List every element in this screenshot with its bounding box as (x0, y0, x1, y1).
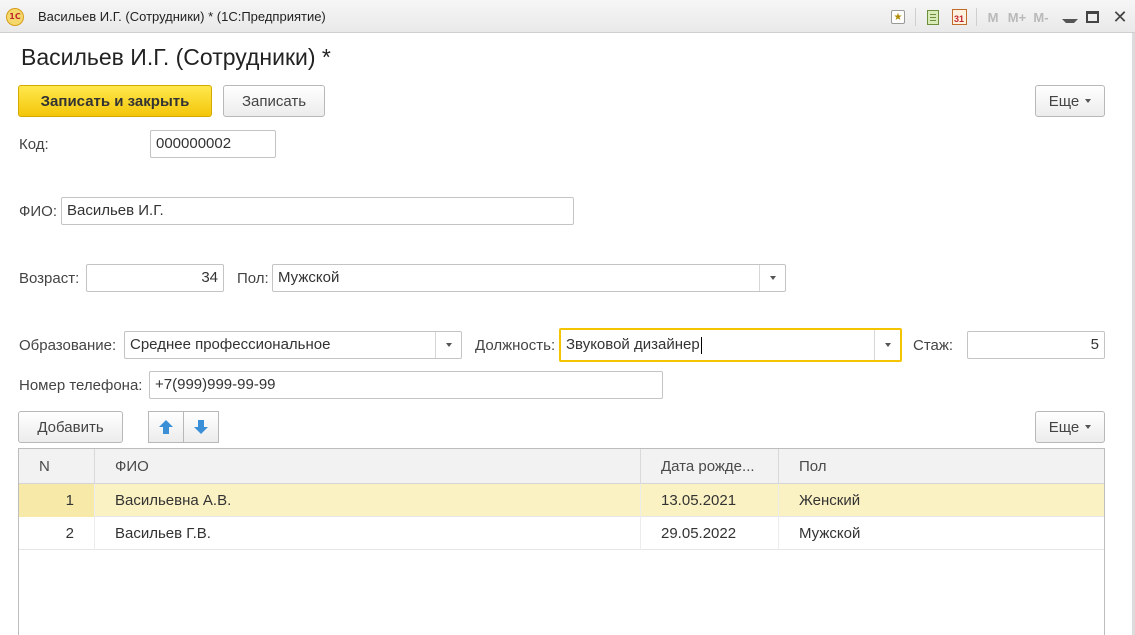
education-select[interactable]: Среднее профессиональное (124, 331, 462, 359)
column-header-gender[interactable]: Пол (779, 449, 1104, 484)
column-divider (778, 484, 779, 550)
move-up-button[interactable] (148, 411, 184, 443)
calculator-button[interactable] (920, 6, 946, 28)
star-icon: ★ (891, 10, 905, 24)
maximize-button[interactable] (1079, 6, 1105, 28)
window-title: Васильев И.Г. (Сотрудники) * (1С:Предпри… (38, 9, 326, 24)
memory-button[interactable]: M (981, 6, 1005, 28)
column-header-fio[interactable]: ФИО (95, 449, 641, 484)
code-field[interactable]: 000000002 (150, 130, 276, 158)
chevron-down-icon (1085, 425, 1092, 429)
experience-field[interactable]: 5 (967, 331, 1105, 359)
table-row[interactable]: 2 Васильев Г.В. 29.05.2022 Мужской (19, 517, 1104, 550)
gender-label: Пол: (237, 270, 269, 287)
cell-birth-date: 29.05.2022 (661, 525, 737, 542)
cell-n: 1 (19, 484, 95, 517)
gender-value: Мужской (278, 269, 340, 286)
calculator-icon (927, 9, 939, 25)
column-header-birth-date[interactable]: Дата рожде... (641, 449, 779, 484)
experience-label: Стаж: (913, 337, 954, 354)
more-button[interactable]: Еще (1035, 85, 1105, 117)
children-table[interactable]: N ФИО Дата рожде... Пол 1 Васильевна А.В… (18, 448, 1105, 635)
menu-button[interactable] (1053, 6, 1079, 28)
window-title-bar: 1С Васильев И.Г. (Сотрудники) * (1С:Пред… (0, 0, 1135, 33)
chevron-down-icon (445, 343, 452, 347)
calendar-button[interactable]: 31 (946, 6, 972, 28)
save-button[interactable]: Записать (223, 85, 325, 117)
position-select[interactable]: Звуковой дизайнер (559, 328, 902, 362)
save-and-close-button[interactable]: Записать и закрыть (18, 85, 212, 117)
column-divider (94, 484, 95, 550)
add-row-button[interactable]: Добавить (18, 411, 123, 443)
chevron-down-icon (884, 343, 891, 347)
fio-label: ФИО: (19, 203, 58, 220)
more-label: Еще (1048, 92, 1080, 110)
chevron-down-icon (769, 276, 776, 280)
cell-fio: Васильев Г.В. (115, 525, 211, 542)
close-button[interactable]: ✕ (1105, 6, 1135, 28)
arrow-down-icon (194, 420, 208, 434)
education-dropdown-button[interactable] (435, 332, 461, 358)
cell-birth-date: 13.05.2021 (661, 492, 737, 509)
age-field[interactable]: 34 (86, 264, 224, 292)
position-label: Должность: (475, 337, 556, 354)
memory-minus-button[interactable]: M- (1029, 6, 1053, 28)
education-value: Среднее профессиональное (130, 336, 331, 353)
column-header-n[interactable]: N (19, 449, 95, 484)
table-more-button[interactable]: Еще (1035, 411, 1105, 443)
table-header: N ФИО Дата рожде... Пол (19, 449, 1104, 484)
gender-select[interactable]: Мужской (272, 264, 786, 292)
chevron-down-icon (1085, 99, 1092, 103)
position-dropdown-button[interactable] (874, 330, 900, 360)
page-title: Васильев И.Г. (Сотрудники) * (21, 44, 331, 70)
move-down-button[interactable] (183, 411, 219, 443)
cell-gender: Женский (799, 492, 861, 509)
memory-plus-button[interactable]: M+ (1005, 6, 1029, 28)
separator (915, 8, 916, 26)
app-logo-icon: 1С (6, 8, 24, 26)
phone-label: Номер телефона: (19, 377, 143, 394)
table-row[interactable]: 1 Васильевна А.В. 13.05.2021 Женский (19, 484, 1104, 517)
arrow-up-icon (159, 420, 173, 434)
age-label: Возраст: (19, 270, 80, 287)
chevron-down-icon (1060, 11, 1078, 23)
window-controls: ★ 31 M M+ M- ✕ (885, 5, 1135, 29)
text-cursor (700, 336, 702, 354)
table-more-label: Еще (1048, 418, 1080, 436)
fio-field[interactable]: Васильев И.Г. (61, 197, 574, 225)
cell-fio: Васильевна А.В. (115, 492, 232, 509)
gender-dropdown-button[interactable] (759, 265, 785, 291)
education-label: Образование: (19, 337, 117, 354)
calendar-icon: 31 (951, 9, 967, 25)
cell-gender: Мужской (799, 525, 861, 542)
maximize-icon (1085, 11, 1099, 23)
close-icon: ✕ (1112, 7, 1128, 27)
column-divider (640, 484, 641, 550)
phone-field[interactable]: +7(999)999-99-99 (149, 371, 663, 399)
position-value: Звуковой дизайнер (566, 336, 700, 353)
code-label: Код: (19, 136, 49, 153)
separator (976, 8, 977, 26)
favorites-button[interactable]: ★ (885, 6, 911, 28)
cell-n: 2 (65, 525, 74, 542)
